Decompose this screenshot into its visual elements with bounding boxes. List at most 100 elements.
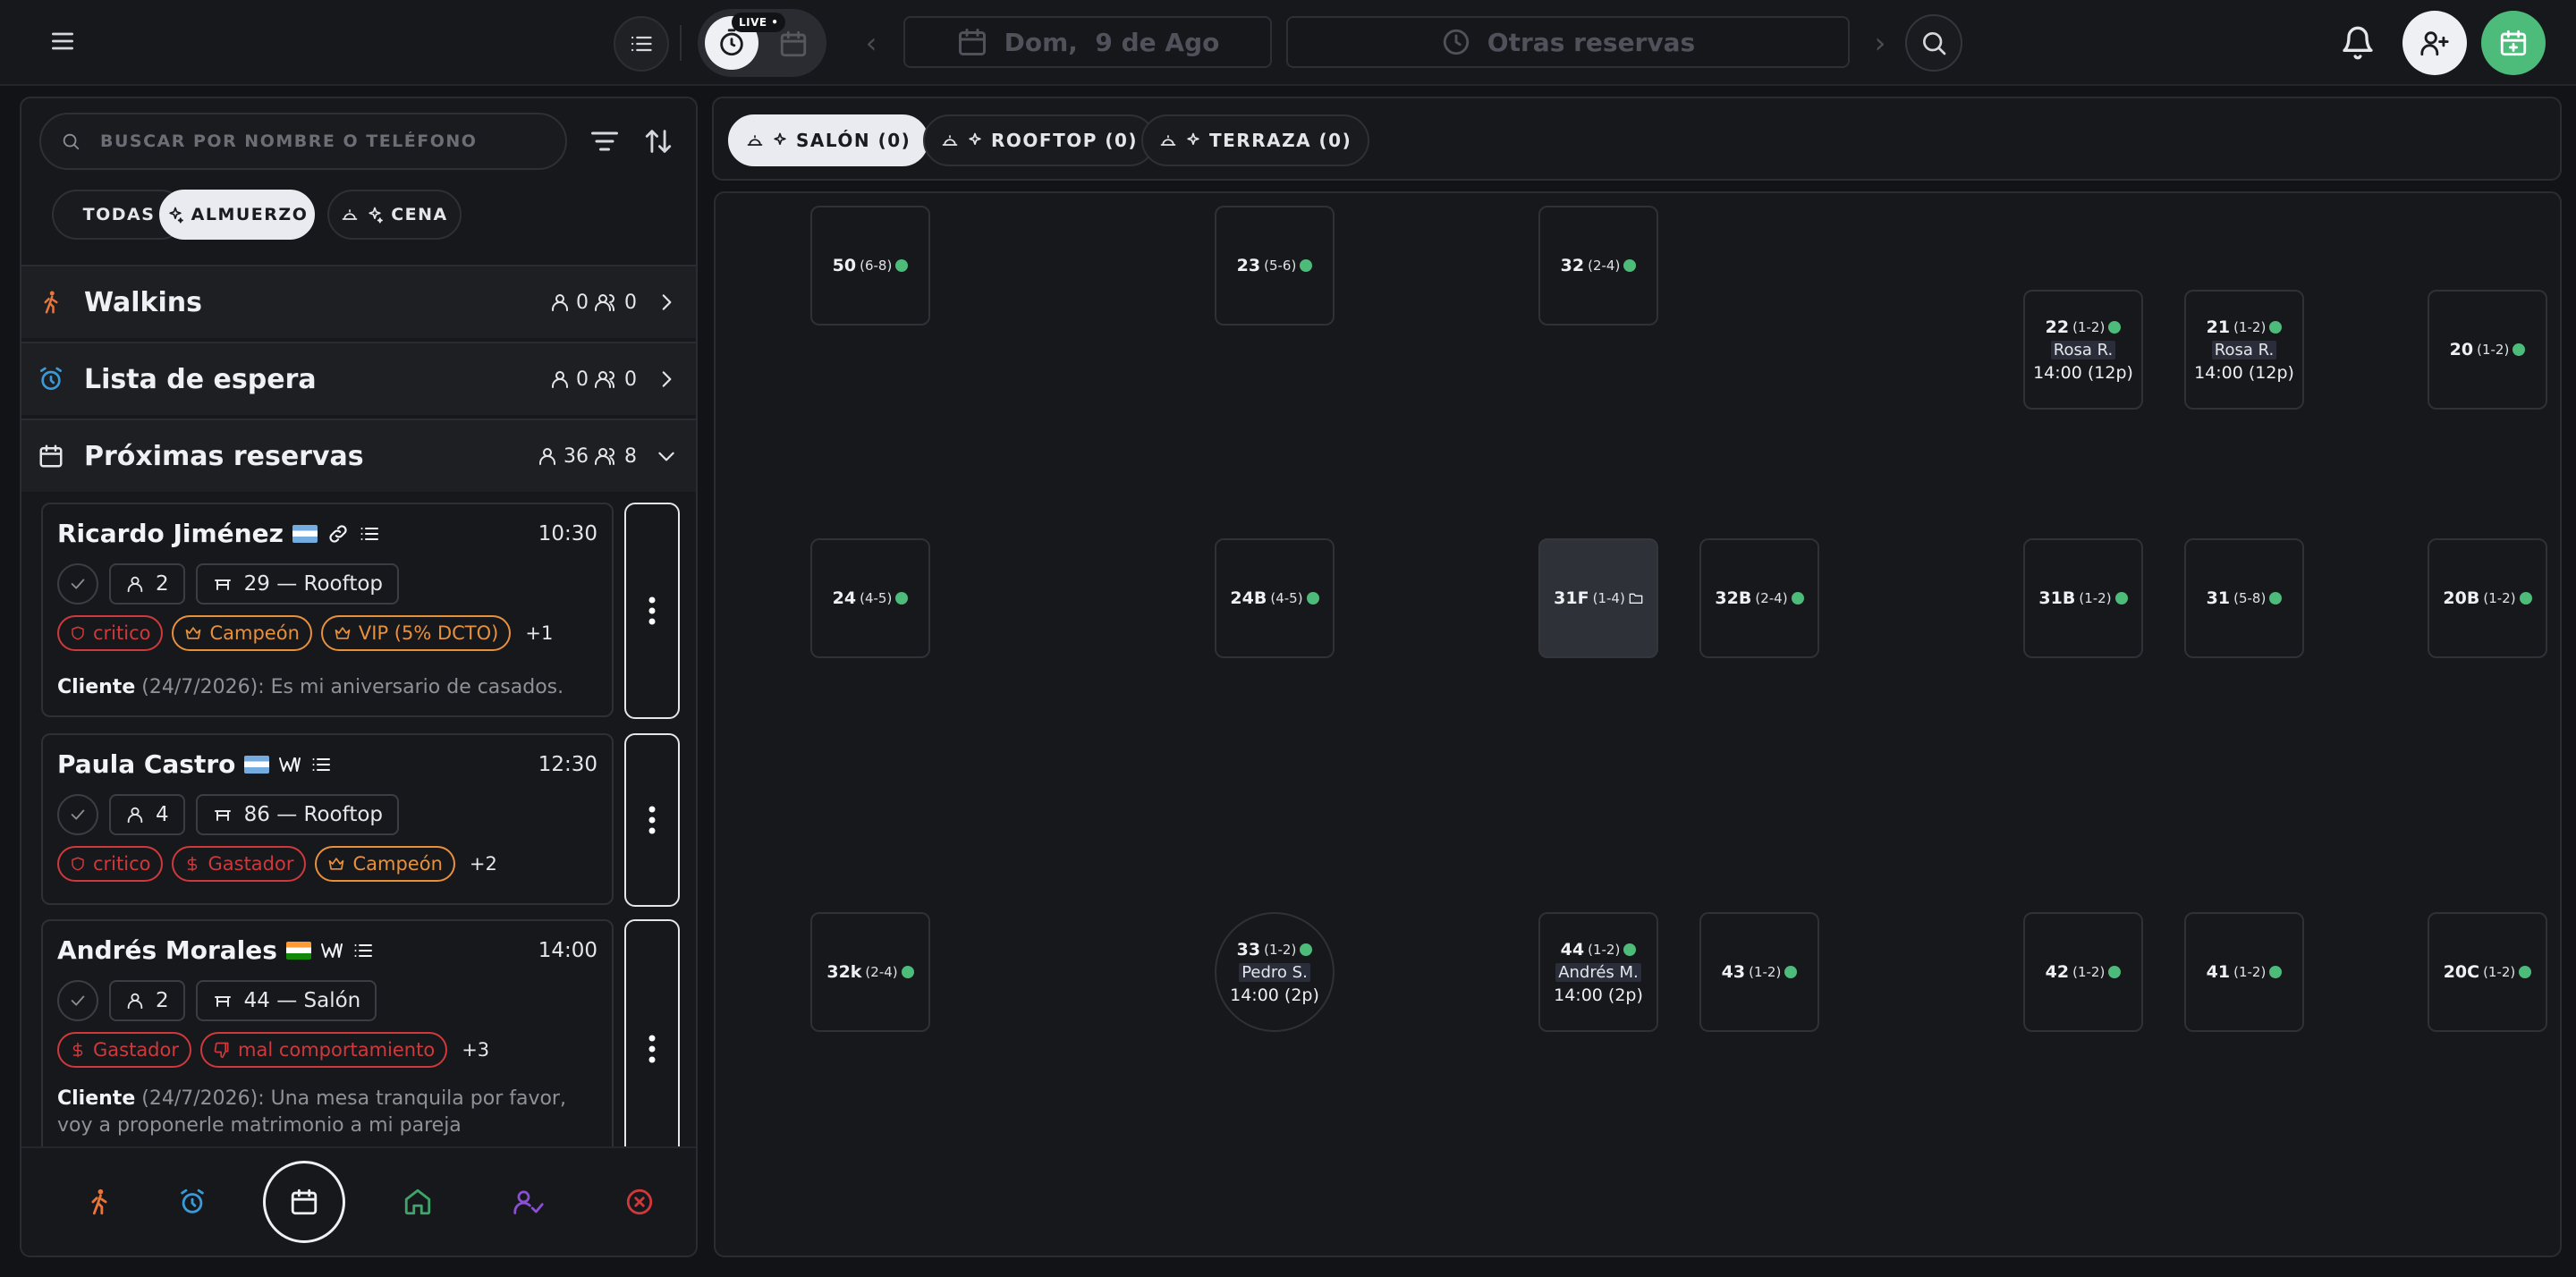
table-23[interactable]: 23 (5-6) xyxy=(1215,206,1335,326)
tag-label: VIP (5% DCTO) xyxy=(358,622,499,644)
check-in-button[interactable] xyxy=(57,980,98,1021)
nav-reservations[interactable] xyxy=(263,1161,345,1243)
table-32[interactable]: 32 (2-4) xyxy=(1538,206,1658,326)
previous-day-button[interactable]: ‹ xyxy=(857,21,886,64)
table-20c[interactable]: 20C (1-2) xyxy=(2428,912,2547,1032)
table-33[interactable]: 33 (1-2) Pedro S. 14:00 (2p) xyxy=(1215,912,1335,1032)
guest-name: Paula Castro xyxy=(57,749,236,779)
kebab-icon xyxy=(648,596,656,625)
table-number: 32k xyxy=(826,962,862,982)
table-31[interactable]: 31 (5-8) xyxy=(2184,538,2304,658)
table-32b[interactable]: 32B (2-4) xyxy=(1699,538,1819,658)
table-21[interactable]: 21 (1-2) Rosa R. 14:00 (12p) xyxy=(2184,290,2304,410)
table-42[interactable]: 42 (1-2) xyxy=(2023,912,2143,1032)
walkins-section[interactable]: Walkins 0 0 xyxy=(21,265,696,338)
menu-button[interactable] xyxy=(41,20,84,63)
table-chip[interactable]: 44 — Salón xyxy=(195,980,377,1021)
filter-icon xyxy=(591,131,618,151)
more-tags-badge[interactable]: +1 xyxy=(520,615,558,651)
chevron-down-icon[interactable] xyxy=(653,443,680,469)
table-20[interactable]: 20 (1-2) xyxy=(2428,290,2547,410)
table-number: 31F xyxy=(1554,588,1589,608)
party-size-chip[interactable]: 2 xyxy=(109,563,185,605)
table-50[interactable]: 50 (6-8) xyxy=(810,206,930,326)
user-icon xyxy=(552,294,568,311)
table-capacity: (1-2) xyxy=(2079,590,2112,606)
available-dot xyxy=(2114,592,2128,605)
table-31f[interactable]: 31F (1-4) xyxy=(1538,538,1658,658)
nav-cancelled[interactable] xyxy=(608,1168,671,1236)
more-tags-badge[interactable]: +2 xyxy=(464,846,503,882)
new-reservation-button[interactable] xyxy=(2481,11,2546,75)
other-reservations-selector[interactable]: Otras reservas xyxy=(1286,16,1850,68)
user-icon xyxy=(127,576,143,593)
search-button[interactable] xyxy=(1905,14,1962,72)
table-44[interactable]: 44 (1-2) Andrés M. 14:00 (2p) xyxy=(1538,912,1658,1032)
table-24b[interactable]: 24B (4-5) xyxy=(1215,538,1335,658)
live-mode-toggle[interactable]: LIVE • xyxy=(698,9,826,77)
reservation-options-button[interactable] xyxy=(624,733,680,907)
chevron-right-icon[interactable] xyxy=(653,289,680,316)
tag-label: mal comportamiento xyxy=(238,1039,436,1061)
add-client-button[interactable] xyxy=(2402,11,2467,75)
tag-vip: VIP (5% DCTO) xyxy=(320,615,512,651)
reservation-card[interactable]: Paula Castro 12:30 4 86 — Rooftop critic… xyxy=(41,733,614,905)
next-day-button[interactable]: › xyxy=(1866,21,1894,64)
table-chip[interactable]: 86 — Rooftop xyxy=(195,794,400,835)
date-selector[interactable]: Dom, 9 de Ago xyxy=(903,16,1272,68)
filter-almuerzo[interactable]: ALMUERZO xyxy=(159,190,315,240)
table-capacity: (1-2) xyxy=(2072,318,2106,335)
nav-finished[interactable] xyxy=(497,1168,560,1236)
calendar-icon[interactable] xyxy=(778,29,809,59)
nav-walkins[interactable] xyxy=(68,1168,131,1236)
table-32k[interactable]: 32k (2-4) xyxy=(810,912,930,1032)
upcoming-section[interactable]: Próximas reservas 36 8 xyxy=(21,419,696,492)
table-22[interactable]: 22 (1-2) Rosa R. 14:00 (12p) xyxy=(2023,290,2143,410)
party-size-chip[interactable]: 4 xyxy=(109,794,185,835)
tag-gastador: Gastador xyxy=(172,846,307,882)
tag-label: Gastador xyxy=(93,1039,179,1061)
table-31b[interactable]: 31B (1-2) xyxy=(2023,538,2143,658)
available-dot xyxy=(2269,320,2283,334)
reservations-panel: TODAS ALMUERZO CENA Walkins 0 0 Lista de… xyxy=(20,97,698,1257)
more-tags-badge[interactable]: +3 xyxy=(456,1032,495,1068)
table-capacity: (2-4) xyxy=(865,964,898,980)
filter-button[interactable] xyxy=(585,123,624,159)
reservation-card[interactable]: Ricardo Jiménez 10:30 2 29 — Rooftop cri… xyxy=(41,503,614,717)
tab-terraza[interactable]: TERRAZA (0) xyxy=(1141,114,1370,166)
sort-button[interactable] xyxy=(639,122,678,161)
table-number: 41 xyxy=(2206,962,2231,982)
available-dot xyxy=(1623,943,1637,956)
reservation-card[interactable]: Andrés Morales 14:00 2 44 — Salón Gastad… xyxy=(41,919,614,1179)
reservation-options-button[interactable] xyxy=(624,503,680,719)
filter-cena[interactable]: CENA xyxy=(327,190,462,240)
nav-waitlist[interactable] xyxy=(161,1168,224,1236)
table-20b[interactable]: 20B (1-2) xyxy=(2428,538,2547,658)
table-43[interactable]: 43 (1-2) xyxy=(1699,912,1819,1032)
walk-icon xyxy=(91,1188,107,1215)
note-text: Es mi aniversario de casados. xyxy=(270,676,564,698)
available-dot xyxy=(901,966,914,978)
table-chip[interactable]: 29 — Rooftop xyxy=(195,563,400,605)
search-field[interactable] xyxy=(39,113,567,170)
sparkle-icon xyxy=(969,132,981,145)
list-view-button[interactable] xyxy=(614,16,669,72)
search-input[interactable] xyxy=(100,131,530,151)
reservation-options-button[interactable] xyxy=(624,919,680,1179)
table-24[interactable]: 24 (4-5) xyxy=(810,538,930,658)
tag-critico: critico xyxy=(57,615,164,651)
table-number: 42 xyxy=(2045,962,2070,982)
nav-seated[interactable] xyxy=(386,1168,449,1236)
table-assignment: 86 — Rooftop xyxy=(243,803,384,826)
table-number: 32 xyxy=(1560,256,1585,275)
table-41[interactable]: 41 (1-2) xyxy=(2184,912,2304,1032)
tab-rooftop[interactable]: ROOFTOP (0) xyxy=(923,114,1157,166)
notifications-button[interactable] xyxy=(2331,16,2385,70)
party-size-chip[interactable]: 2 xyxy=(109,980,185,1021)
kebab-icon xyxy=(648,1035,656,1063)
check-in-button[interactable] xyxy=(57,563,98,605)
waitlist-section[interactable]: Lista de espera 0 0 xyxy=(21,342,696,415)
check-in-button[interactable] xyxy=(57,794,98,835)
tab-salon[interactable]: SALÓN (0) xyxy=(728,114,929,166)
chevron-right-icon[interactable] xyxy=(653,366,680,393)
